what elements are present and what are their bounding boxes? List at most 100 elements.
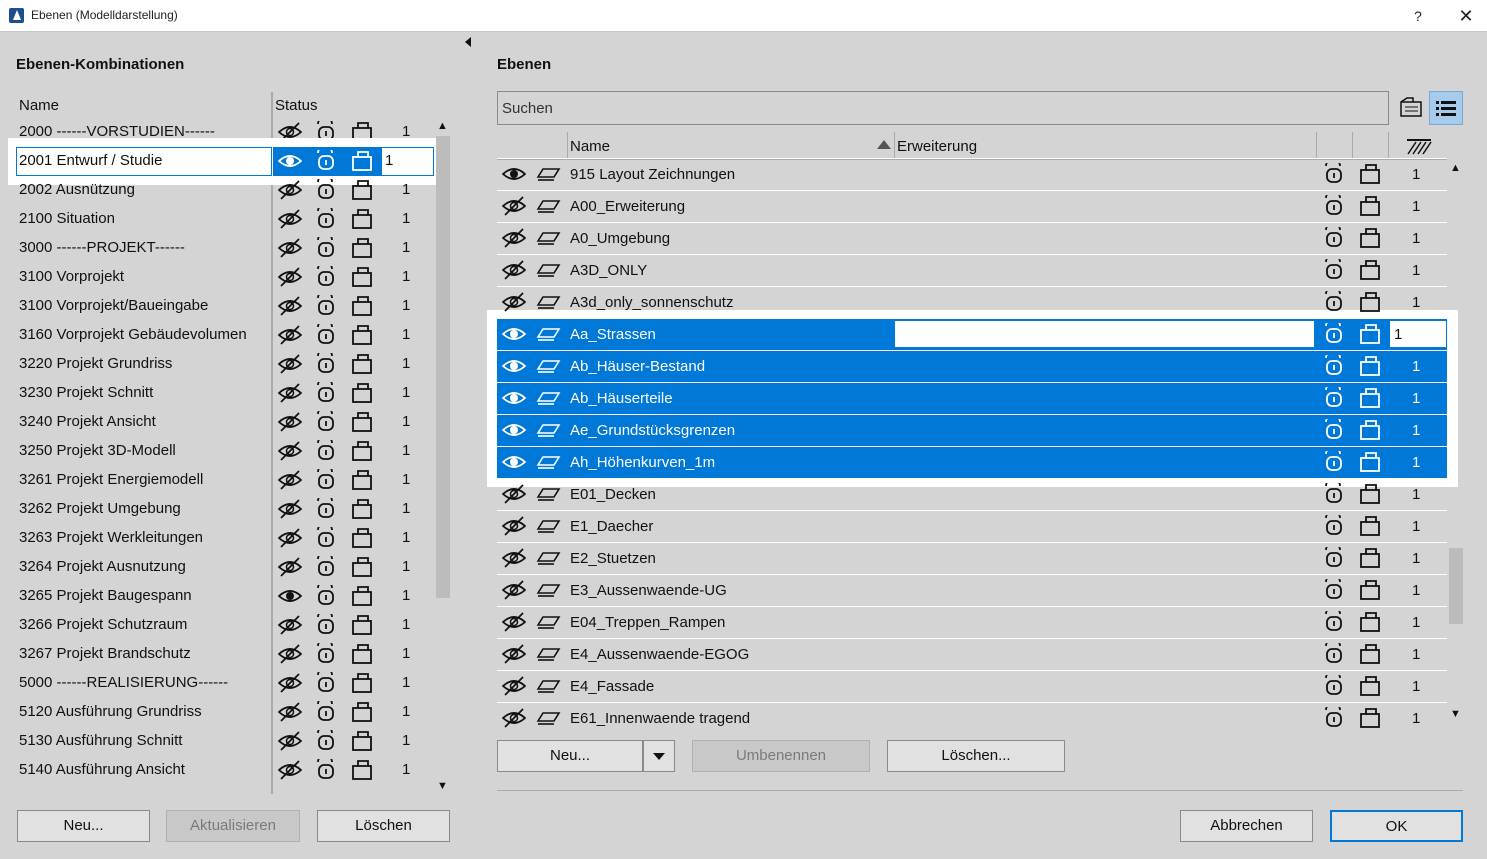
lock-icon[interactable]: [314, 348, 338, 375]
folder-icon[interactable]: [350, 730, 374, 752]
layer-row[interactable]: E2_Stuetzen 1: [497, 542, 1447, 574]
eye-hidden-icon[interactable]: [277, 440, 303, 462]
sort-ascending-icon[interactable]: [877, 140, 891, 149]
folder-icon[interactable]: [1358, 323, 1382, 345]
lock-icon[interactable]: [1322, 574, 1346, 601]
folder-icon[interactable]: [350, 614, 374, 636]
eye-hidden-icon[interactable]: [277, 759, 303, 781]
right-col-name-header[interactable]: Name: [570, 138, 610, 155]
layer-row[interactable]: 915 Layout Zeichnungen 1: [497, 158, 1447, 190]
left-scrollbar-thumb[interactable]: [436, 136, 450, 598]
folder-icon[interactable]: [350, 643, 374, 665]
right-scrollbar-thumb[interactable]: [1449, 548, 1463, 624]
lock-icon[interactable]: [1322, 446, 1346, 473]
folder-icon[interactable]: [1358, 451, 1382, 473]
folder-icon[interactable]: [350, 440, 374, 462]
search-input[interactable]: Suchen: [497, 91, 1389, 125]
combination-row[interactable]: 3267 Projekt Brandschutz 1: [16, 638, 434, 669]
lock-icon[interactable]: [1322, 414, 1346, 441]
lock-icon[interactable]: [314, 406, 338, 433]
folder-icon[interactable]: [1358, 707, 1382, 728]
folder-icon[interactable]: [350, 179, 374, 201]
delete-combination-button[interactable]: Löschen: [317, 810, 450, 842]
folder-icon[interactable]: [1358, 291, 1382, 313]
eye-icon[interactable]: [501, 163, 527, 185]
lock-icon[interactable]: [314, 725, 338, 752]
layer-row[interactable]: Ab_Häuserteile 1: [497, 382, 1447, 414]
rename-layer-button[interactable]: Umbenennen: [692, 740, 870, 772]
combination-row[interactable]: 3265 Projekt Baugespann 1: [16, 580, 434, 611]
folder-icon[interactable]: [350, 411, 374, 433]
eye-hidden-icon[interactable]: [501, 675, 527, 697]
combination-row[interactable]: 3230 Projekt Schnitt 1: [16, 377, 434, 408]
layer-row[interactable]: A3d_only_sonnenschutz 1: [497, 286, 1447, 318]
lock-icon[interactable]: [314, 232, 338, 259]
combination-row[interactable]: 3000 ------PROJEKT------ 1: [16, 232, 434, 263]
folder-view-icon[interactable]: [1399, 96, 1425, 120]
lock-icon[interactable]: [314, 638, 338, 665]
lock-icon[interactable]: [314, 203, 338, 230]
layer-row[interactable]: E61_Innenwaende tragend 1: [497, 702, 1447, 728]
eye-hidden-icon[interactable]: [501, 547, 527, 569]
eye-hidden-icon[interactable]: [277, 324, 303, 346]
combination-row[interactable]: 3261 Projekt Energiemodell 1: [16, 464, 434, 495]
combination-row[interactable]: 3250 Projekt 3D-Modell 1: [16, 435, 434, 466]
lock-icon[interactable]: [314, 435, 338, 462]
cancel-button[interactable]: Abbrechen: [1180, 810, 1313, 842]
lock-icon[interactable]: [314, 580, 338, 607]
combination-row[interactable]: 5140 Ausführung Ansicht 1: [16, 754, 434, 785]
eye-icon[interactable]: [501, 355, 527, 377]
layer-row[interactable]: E04_Treppen_Rampen 1: [497, 606, 1447, 638]
scroll-down-icon[interactable]: ▼: [437, 780, 448, 792]
layer-row[interactable]: E4_Aussenwaende-EGOG 1: [497, 638, 1447, 670]
eye-hidden-icon[interactable]: [277, 295, 303, 317]
lock-icon[interactable]: [1322, 158, 1346, 185]
lock-icon[interactable]: [1322, 286, 1346, 313]
lock-icon[interactable]: [1322, 254, 1346, 281]
layer-row[interactable]: A00_Erweiterung 1: [497, 190, 1447, 222]
eye-icon[interactable]: [277, 585, 303, 607]
combination-row[interactable]: 3264 Projekt Ausnutzung 1: [16, 551, 434, 582]
combination-row[interactable]: 3266 Projekt Schutzraum 1: [16, 609, 434, 640]
eye-icon[interactable]: [501, 419, 527, 441]
layer-row[interactable]: Ab_Häuser-Bestand 1: [497, 350, 1447, 382]
folder-icon[interactable]: [1358, 355, 1382, 377]
eye-hidden-icon[interactable]: [277, 730, 303, 752]
lock-icon[interactable]: [1322, 318, 1346, 345]
eye-hidden-icon[interactable]: [501, 643, 527, 665]
folder-icon[interactable]: [1358, 259, 1382, 281]
layer-row[interactable]: A3D_ONLY 1: [497, 254, 1447, 286]
eye-icon[interactable]: [501, 323, 527, 345]
folder-icon[interactable]: [350, 150, 374, 172]
combination-row[interactable]: 3100 Vorprojekt 1: [16, 261, 434, 292]
eye-icon[interactable]: [501, 387, 527, 409]
list-view-icon[interactable]: [1429, 91, 1463, 125]
eye-hidden-icon[interactable]: [501, 515, 527, 537]
layer-row[interactable]: E1_Daecher 1: [497, 510, 1447, 542]
eye-icon[interactable]: [277, 150, 303, 172]
extension-edit-field[interactable]: [895, 321, 1314, 347]
lock-icon[interactable]: [314, 551, 338, 578]
right-col-extension-header[interactable]: Erweiterung: [897, 138, 977, 155]
lock-icon[interactable]: [1322, 222, 1346, 249]
close-button[interactable]: ✕: [1446, 0, 1486, 32]
scroll-up-icon[interactable]: ▲: [437, 120, 448, 132]
eye-hidden-icon[interactable]: [277, 643, 303, 665]
lock-icon[interactable]: [314, 696, 338, 723]
eye-hidden-icon[interactable]: [501, 291, 527, 313]
layer-row[interactable]: E3_Aussenwaende-UG 1: [497, 574, 1447, 606]
layer-row[interactable]: A0_Umgebung 1: [497, 222, 1447, 254]
left-col-name-header[interactable]: Name: [19, 97, 59, 114]
eye-hidden-icon[interactable]: [501, 707, 527, 728]
folder-icon[interactable]: [350, 324, 374, 346]
update-combination-button[interactable]: Aktualisieren: [166, 810, 300, 842]
folder-icon[interactable]: [1358, 675, 1382, 697]
lock-icon[interactable]: [1322, 510, 1346, 537]
combination-row[interactable]: 2100 Situation 1: [16, 203, 434, 234]
folder-icon[interactable]: [1358, 643, 1382, 665]
lock-icon[interactable]: [1322, 638, 1346, 665]
lock-icon[interactable]: [314, 464, 338, 491]
folder-icon[interactable]: [1358, 611, 1382, 633]
folder-icon[interactable]: [350, 527, 374, 549]
folder-icon[interactable]: [350, 353, 374, 375]
